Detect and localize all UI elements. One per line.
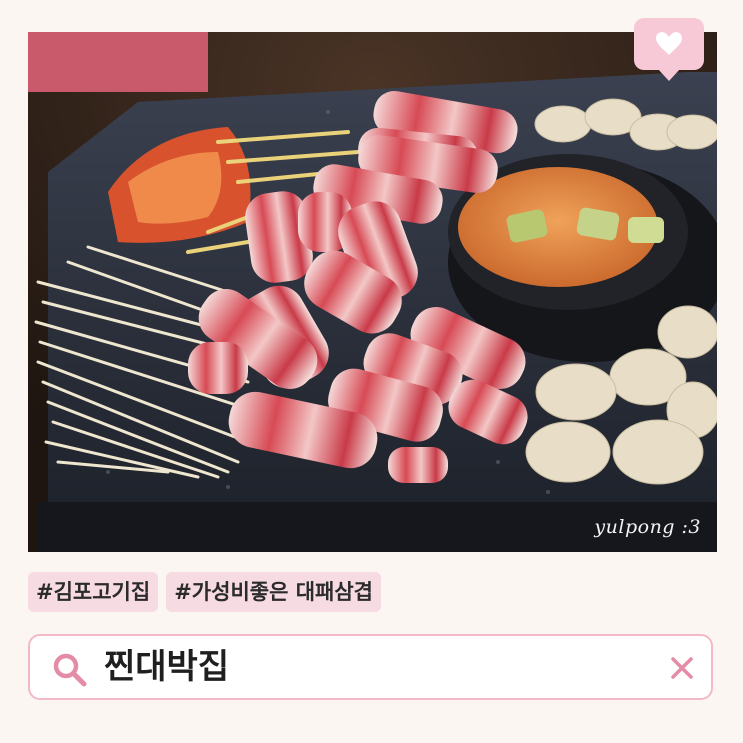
heart-badge[interactable] (634, 18, 704, 81)
search-icon (53, 653, 87, 687)
search-bar[interactable]: 찐대박집 (28, 634, 713, 700)
food-photo: yulpong :3 (28, 32, 717, 552)
heart-icon (656, 32, 682, 55)
hashtag-list: #김포고기집 #가성비좋은 대패삼겹 (28, 572, 381, 612)
food-photo-illustration (28, 32, 717, 552)
close-icon[interactable] (669, 655, 695, 681)
hashtag-gimpo-meat[interactable]: #김포고기집 (28, 572, 159, 612)
photo-watermark: yulpong :3 (594, 516, 701, 538)
search-input[interactable]: 찐대박집 (104, 636, 229, 698)
hashtag-value-pork-belly[interactable]: #가성비좋은 대패삼겹 (166, 572, 381, 612)
